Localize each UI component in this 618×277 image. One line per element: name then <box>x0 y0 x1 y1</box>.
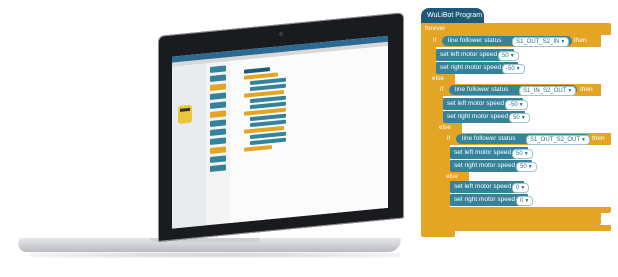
left-speed-value-4[interactable]: 0▼ <box>512 183 530 193</box>
then-label-1: then <box>574 37 587 44</box>
forever-arm <box>421 35 429 235</box>
right-speed-value-2[interactable]: 50▼ <box>509 113 530 123</box>
condition-dropdown-3[interactable]: S1_OUT_S2_OUT▼ <box>526 135 590 145</box>
right-speed-value-1[interactable]: -50▼ <box>502 64 525 74</box>
then-label-2: then <box>580 86 593 93</box>
left-speed-text-1: 50 <box>502 53 509 59</box>
condition-label-2: line follower status <box>455 86 509 93</box>
chevron-down-icon: ▼ <box>527 164 533 170</box>
set-left-label-1: set left motor speed <box>440 51 498 58</box>
right-speed-text-3: 50 <box>520 164 527 170</box>
left-speed-text-3: 50 <box>516 151 523 157</box>
else-label-1: else <box>432 75 444 82</box>
chevron-down-icon: ▼ <box>523 151 529 157</box>
robot-icon <box>178 104 192 125</box>
laptop-lid <box>158 12 404 242</box>
if-arm-1 <box>429 47 436 75</box>
if-arm-3 <box>443 145 450 173</box>
chevron-down-icon: ▼ <box>520 115 526 121</box>
ide-workspace <box>230 45 388 224</box>
set-right-label-4: set right motor speed <box>454 196 516 203</box>
if-arm-2 <box>436 96 443 124</box>
left-speed-value-1[interactable]: 50▼ <box>498 51 519 61</box>
condition-value-2: S1_IN_S2_OUT <box>523 88 567 94</box>
if-label-2: if <box>440 86 444 93</box>
chevron-down-icon: ▼ <box>509 53 515 59</box>
condition-dropdown-2[interactable]: S1_IN_S2_OUT▼ <box>519 86 577 96</box>
chevron-down-icon: ▼ <box>524 198 530 204</box>
set-right-label-2: set right motor speed <box>447 113 509 120</box>
right-speed-text-1: -50 <box>506 66 515 72</box>
if-label-1: if <box>433 37 437 44</box>
condition-dropdown-1[interactable]: S1_OUT_S2_IN▼ <box>512 37 570 47</box>
ide-block-categories <box>210 65 226 217</box>
chevron-down-icon: ▼ <box>520 185 526 191</box>
forever-label: forever <box>425 25 446 32</box>
forever-block[interactable] <box>421 23 611 35</box>
chevron-down-icon: ▼ <box>515 66 521 72</box>
program-hat-block[interactable]: WuLiBot Program <box>421 8 484 23</box>
else-arm-1 <box>429 84 436 220</box>
then-label-3: then <box>592 135 605 142</box>
set-left-label-4: set left motor speed <box>454 183 512 190</box>
else-arm-2 <box>436 133 443 213</box>
laptop-shadow <box>30 252 400 258</box>
chevron-down-icon: ▼ <box>567 88 573 94</box>
set-left-label-3: set left motor speed <box>454 149 512 156</box>
condition-value-3: S1_OUT_S2_OUT <box>530 137 581 143</box>
condition-value-1: S1_OUT_S2_IN <box>516 39 560 45</box>
right-speed-text-2: 50 <box>513 115 520 121</box>
chevron-down-icon: ▼ <box>560 39 566 45</box>
laptop-screen <box>172 35 388 229</box>
chevron-down-icon: ▼ <box>581 137 586 143</box>
left-speed-text-2: -50 <box>509 102 518 108</box>
set-right-label-1: set right motor speed <box>440 64 502 71</box>
left-speed-value-2[interactable]: -50▼ <box>505 100 528 110</box>
forever-foot <box>421 230 455 237</box>
else-arm-3 <box>443 182 450 208</box>
condition-label-1: line follower status <box>448 37 502 44</box>
set-right-label-3: set right motor speed <box>454 162 516 169</box>
chevron-down-icon: ▼ <box>518 102 524 108</box>
ide-stage <box>172 63 206 229</box>
else-label-2: else <box>439 124 451 131</box>
condition-label-3: line follower status <box>462 135 516 142</box>
forever-end <box>421 225 611 231</box>
right-speed-value-3[interactable]: 50▼ <box>516 162 537 172</box>
right-speed-text-4: 0 <box>520 198 524 204</box>
left-speed-value-3[interactable]: 50▼ <box>512 149 533 159</box>
if-label-3: if <box>447 135 451 142</box>
set-left-label-2: set left motor speed <box>447 100 505 107</box>
right-speed-value-4[interactable]: 0▼ <box>516 196 534 206</box>
left-speed-text-4: 0 <box>516 185 520 191</box>
camera-icon <box>279 31 283 37</box>
